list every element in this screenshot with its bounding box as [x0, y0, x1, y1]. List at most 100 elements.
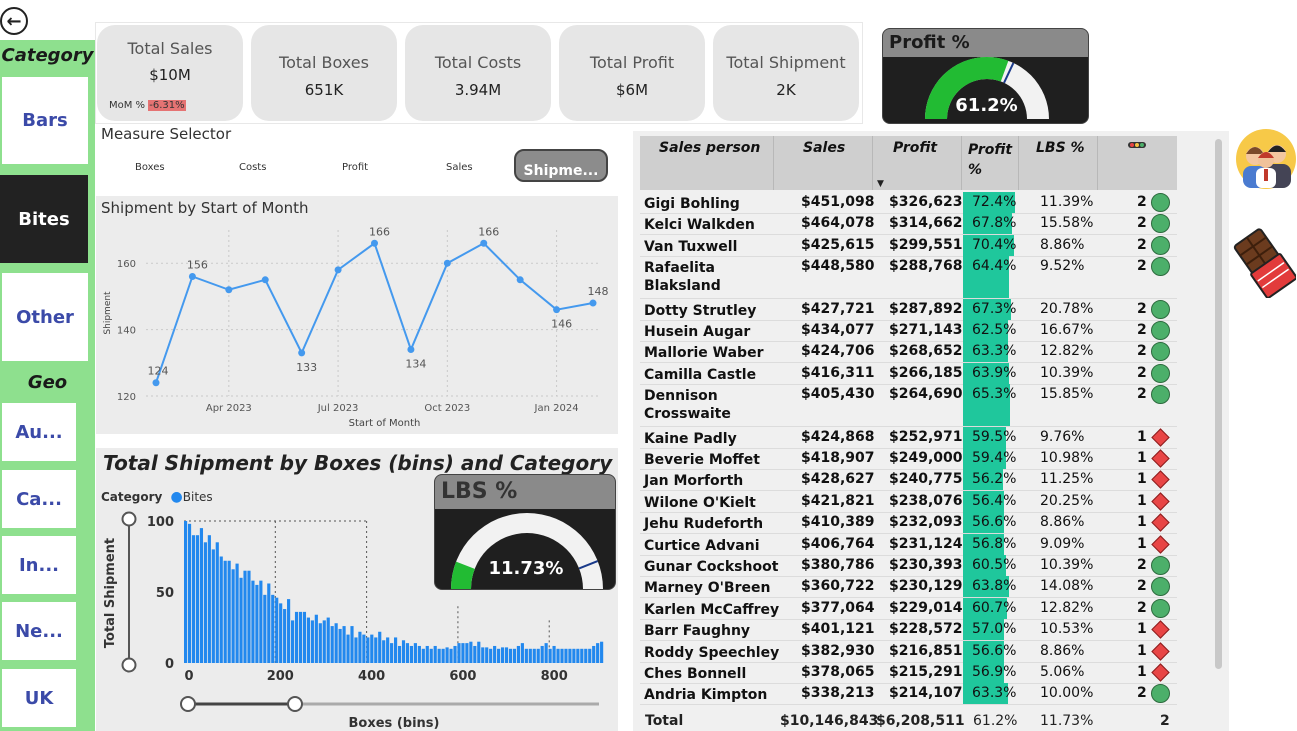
measure-option-boxes[interactable]: Boxes [135, 162, 165, 173]
table-row[interactable]: Dotty Strutley $427,721 $287,892 67.3% 20.78… [640, 298, 1177, 320]
cell-profit-pct: 60.5% [972, 557, 1017, 573]
table-row[interactable]: Karlen McCaffrey $377,064 $229,014 60.7% 12.… [640, 597, 1177, 619]
bar [294, 611, 299, 663]
bar [215, 542, 219, 663]
table-row[interactable]: Curtice Advani $406,764 $231,124 56.8% 9.09%… [640, 533, 1177, 555]
measure-option-profit[interactable]: Profit [342, 162, 368, 173]
bar [409, 645, 414, 663]
cell-profit-pct: 56.9% [972, 664, 1017, 680]
col-profit[interactable]: Profit [893, 140, 937, 156]
cell-sales: $448,580 [801, 258, 875, 275]
table-row[interactable]: Jehu Rudeforth $410,389 $232,093 56.6% 8.86%… [640, 512, 1177, 534]
table-row[interactable]: Roddy Speechley $382,930 $216,851 56.6% 8.86… [640, 640, 1177, 662]
table-row[interactable]: Rafaelita Blaksland $448,580 $288,768 64.4% 9… [640, 256, 1177, 299]
total-lbs-pct: 11.73% [1040, 713, 1094, 729]
y-tick-label: 50 [156, 586, 174, 601]
table-row[interactable]: Kelci Walkden $464,078 $314,662 67.8% 15.58%… [640, 213, 1177, 235]
measure-option-sales[interactable]: Sales [446, 162, 473, 173]
cell-profit: $249,000 [889, 450, 963, 466]
x-range-handle-left[interactable] [180, 696, 196, 712]
table-row[interactable]: Kaine Padly $424,868 $252,971 59.5% 9.76% 1 [640, 426, 1177, 448]
table-row[interactable]: Gunar Cockshoot $380,786 $230,393 60.5% 10.3… [640, 555, 1177, 576]
table-row[interactable]: Gigi Bohling $451,098 $326,623 72.4% 11.39% 2 [640, 192, 1177, 213]
col-sales[interactable]: Sales [803, 140, 845, 156]
y-range-handle-bottom[interactable] [121, 657, 137, 673]
cell-profit: $238,076 [889, 492, 963, 509]
cell-sales: $427,721 [801, 300, 875, 317]
table-row[interactable]: Wilone O'Kielt $421,821 $238,076 56.4% 20.25… [640, 490, 1177, 512]
cell-count: 2 [1137, 322, 1147, 338]
bar [489, 648, 493, 663]
table-row[interactable]: Husein Augar $434,077 $271,143 62.5% 16.67% 2 [640, 320, 1177, 341]
table-scrollbar[interactable] [1215, 139, 1222, 669]
cell-sales-person: Wilone O'Kielt [644, 494, 756, 511]
bar [358, 631, 362, 663]
measure-selector-title: Measure Selector [101, 125, 232, 143]
table-row[interactable]: Van Tuxwell $425,615 $299,551 70.4% 8.86% 2 [640, 234, 1177, 256]
table-row[interactable]: Andria Kimpton $338,213 $214,107 63.3% 10.00… [640, 683, 1177, 705]
geo-title: Geo [27, 372, 68, 393]
status-green-circle-icon [1151, 235, 1170, 255]
bar [500, 647, 505, 663]
cell-count: 2 [1137, 599, 1147, 616]
back-button[interactable]: ← [0, 7, 28, 35]
line-chart[interactable]: 120 140 160 Apr 2023 Jul 2023 Oct 2023 Jan 202… [96, 220, 618, 434]
table-row[interactable]: Camilla Castle $416,311 $266,185 63.9% 10.39… [640, 362, 1177, 384]
y-range-handle-top[interactable] [121, 511, 137, 527]
table-row[interactable]: Barr Faughny $401,121 $228,572 57.0% 10.53% 1 [640, 619, 1177, 641]
bar [437, 648, 441, 663]
bar-legend-title: Category [101, 490, 163, 504]
kpi-total-boxes: Total Boxes 651K [251, 25, 397, 121]
cell-sales-person: Jan Morforth [644, 473, 744, 490]
bar [397, 645, 402, 663]
bar [279, 603, 283, 663]
cell-count: 1 [1137, 535, 1147, 552]
col-profit-pct[interactable]: Profit % [968, 140, 1012, 180]
geo-item-au[interactable]: Au... [2, 403, 76, 461]
cell-profit-pct: 56.4% [972, 492, 1017, 509]
measure-option-costs[interactable]: Costs [239, 162, 266, 173]
geo-item-uk[interactable]: UK [2, 669, 76, 727]
category-item-bars[interactable]: Bars [2, 77, 88, 164]
cell-sales: $360,722 [801, 578, 875, 595]
table-row[interactable]: Jan Morforth $428,627 $240,775 56.2% 11.25% 1 [640, 469, 1177, 491]
cell-count: 2 [1137, 685, 1147, 702]
x-tick-label: 400 [358, 669, 385, 684]
table-row[interactable]: Beverie Moffet $418,907 $249,000 59.4% 10.98… [640, 448, 1177, 469]
table-row[interactable]: Dennison Crosswaite $405,430 $264,690 65.3% 1… [640, 384, 1177, 427]
team-avatar-icon[interactable] [1235, 128, 1297, 190]
measure-option-shipment[interactable]: Shipme... [514, 149, 608, 182]
kpi-strip: Total Sales $10M MoM % -6.31% Total Boxe… [95, 22, 863, 124]
col-sales-person[interactable]: Sales person [659, 140, 760, 156]
col-status[interactable] [1128, 138, 1146, 154]
cell-count: 2 [1137, 557, 1147, 573]
bar [251, 580, 255, 663]
cell-count: 1 [1137, 642, 1147, 659]
table-row[interactable]: Mallorie Waber $424,706 $268,652 63.3% 12.82… [640, 341, 1177, 363]
chocolate-bar-icon[interactable] [1232, 226, 1297, 299]
bar [504, 647, 509, 663]
category-item-bites[interactable]: Bites [0, 175, 88, 263]
data-point [334, 266, 342, 274]
bar [516, 645, 520, 663]
cell-sales: $377,064 [801, 599, 875, 616]
cell-sales-person: Gunar Cockshoot [644, 559, 779, 575]
cell-lbs-pct: 12.82% [1040, 343, 1094, 360]
x-range-handle-right[interactable] [287, 696, 303, 712]
table-row[interactable]: Marney O'Breen $360,722 $230,129 63.8% 14.08… [640, 576, 1177, 598]
bar [524, 648, 528, 663]
geo-item-ca[interactable]: Ca... [2, 470, 76, 528]
cell-count: 2 [1137, 215, 1147, 232]
category-item-other[interactable]: Other [2, 273, 88, 361]
bar [219, 556, 223, 663]
cell-sales-person: Barr Faughny [644, 623, 751, 640]
geo-item-ne[interactable]: Ne... [2, 602, 76, 660]
geo-item-in[interactable]: In... [2, 536, 76, 594]
y-axis-label: Total Shipment [103, 538, 118, 648]
col-lbs-pct[interactable]: LBS % [1036, 140, 1085, 156]
bar [449, 648, 453, 663]
table-row[interactable]: Ches Bonnell $378,065 $215,291 56.9% 5.06% 1 [640, 662, 1177, 683]
bar [413, 643, 417, 663]
cell-profit-pct: 63.3% [972, 685, 1017, 702]
cell-count: 1 [1137, 514, 1147, 531]
